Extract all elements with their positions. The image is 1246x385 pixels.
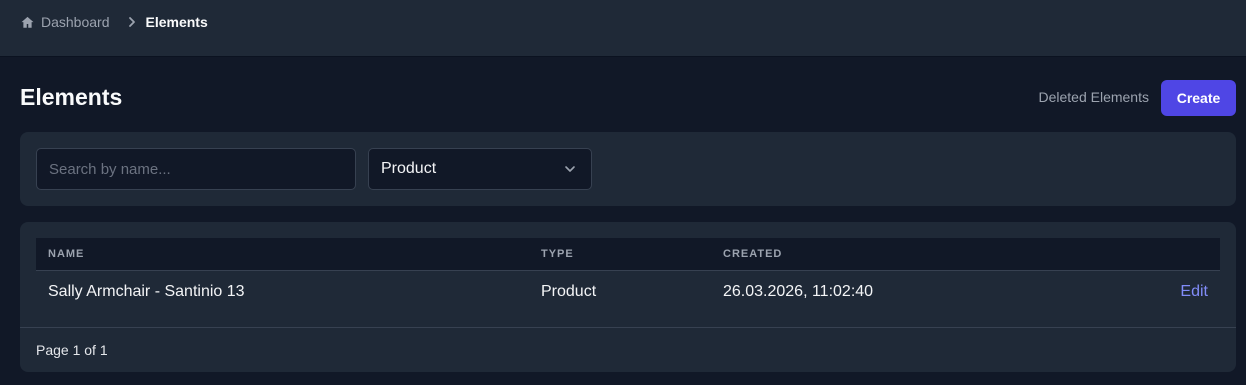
create-button[interactable]: Create — [1161, 80, 1236, 116]
breadcrumb-dashboard-link[interactable]: Dashboard — [20, 14, 110, 30]
chevron-down-icon — [565, 166, 575, 172]
breadcrumb-dashboard-label: Dashboard — [41, 14, 110, 30]
type-select[interactable]: Product — [368, 148, 592, 190]
top-bar: Dashboard Elements — [0, 0, 1246, 57]
table-footer: Page 1 of 1 — [20, 327, 1236, 372]
pagination-text: Page 1 of 1 — [36, 342, 108, 358]
elements-table: NAME TYPE CREATED Sally Armchair - Santi… — [20, 222, 1236, 372]
row-type: Product — [541, 283, 597, 300]
filter-panel: Product — [20, 132, 1236, 206]
home-icon — [21, 16, 34, 28]
breadcrumb-current: Elements — [145, 14, 208, 30]
type-select-value: Product — [381, 160, 437, 177]
table-row: Sally Armchair - Santinio 13 Product 26.… — [36, 271, 1220, 313]
breadcrumb: Dashboard Elements — [20, 13, 208, 31]
column-header-created: CREATED — [723, 248, 783, 260]
row-created: 26.03.2026, 11:02:40 — [723, 283, 874, 300]
edit-link[interactable]: Edit — [1180, 283, 1208, 301]
row-name: Sally Armchair - Santinio 13 — [48, 283, 245, 300]
page-title: Elements — [20, 84, 123, 110]
column-header-name: NAME — [48, 248, 85, 260]
chevron-right-icon — [126, 16, 138, 28]
table-header: NAME TYPE CREATED — [36, 238, 1220, 271]
search-input[interactable] — [36, 148, 356, 190]
deleted-elements-link[interactable]: Deleted Elements — [1038, 89, 1149, 105]
column-header-type: TYPE — [541, 248, 574, 260]
